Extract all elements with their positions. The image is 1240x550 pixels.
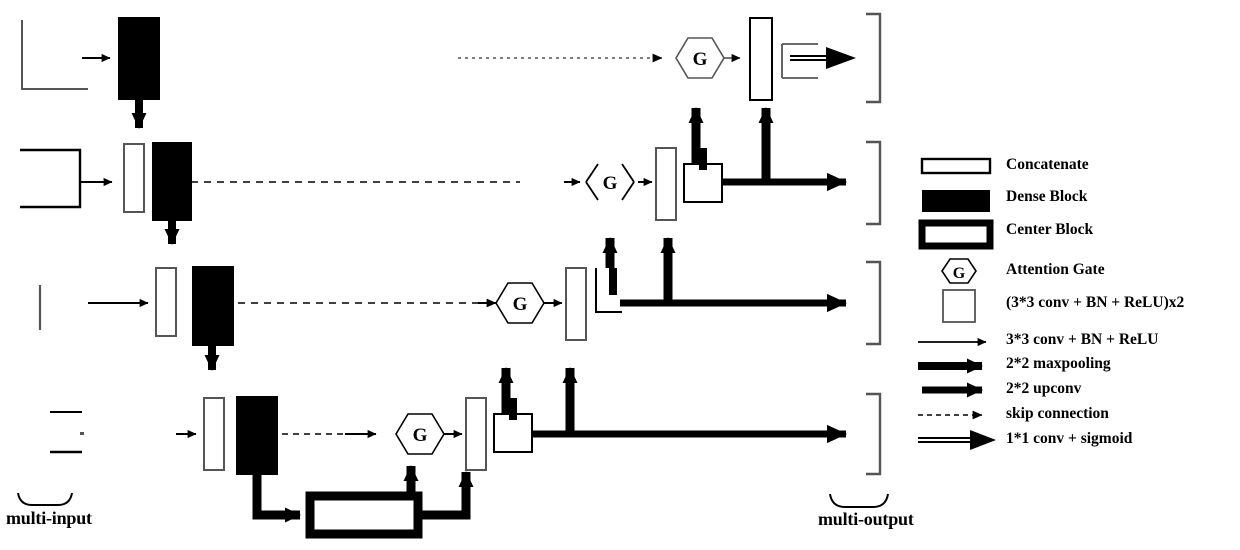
legend-label-attention-gate: Attention Gate	[1006, 261, 1105, 278]
output-bracket-2	[866, 140, 882, 226]
output-bracket-1	[866, 12, 882, 104]
svg-text:G: G	[513, 294, 528, 315]
multi-input-group	[17, 20, 88, 506]
concat-d1	[749, 17, 773, 101]
output-arrow-1	[790, 47, 856, 69]
legend-label-conv-bn-relu-x2: (3*3 conv + BN + ReLU)x2	[1006, 294, 1185, 311]
multi-input-label: multi-input	[6, 508, 92, 528]
center-block	[305, 491, 423, 539]
concat-e4	[203, 397, 225, 471]
concat-e2	[123, 143, 145, 213]
concat-d4	[465, 397, 487, 471]
output-bracket-3	[866, 260, 882, 346]
legend-icons: G	[918, 157, 996, 450]
conv-box-swatch	[942, 289, 976, 323]
svg-text:G: G	[603, 173, 618, 194]
legend-label-concatenate: Concatenate	[1006, 156, 1089, 173]
legend-label-upconv: 2*2 upconv	[1006, 380, 1082, 397]
concat-e3	[155, 267, 177, 337]
dense-block-e4	[236, 396, 278, 475]
dense-block-e1	[118, 17, 160, 100]
input-image-4	[50, 411, 84, 454]
dense-block-e2	[152, 142, 192, 221]
svg-text:G: G	[413, 425, 428, 446]
dense-block-e3	[192, 266, 234, 346]
encoder-level-2	[80, 142, 192, 245]
decoder-level-1: G	[458, 17, 856, 101]
legend-label-dense-block: Dense Block	[1006, 188, 1088, 205]
encoder-level-1	[82, 17, 520, 183]
svg-text:G: G	[693, 49, 708, 70]
legend-label-center-block: Center Block	[1006, 221, 1094, 238]
figure-canvas: G G G G G multi-input multi-output Conca…	[0, 0, 1240, 550]
legend-label-sigmoid: 1*1 conv + sigmoid	[1006, 430, 1133, 447]
input-image-2	[20, 148, 82, 209]
encoder-level-3	[88, 266, 490, 371]
multi-output-label: multi-output	[818, 509, 914, 529]
legend-label-conv-bn-relu: 3*3 conv + BN + ReLU	[1006, 331, 1159, 348]
input-image-1	[21, 20, 88, 90]
svg-text:G: G	[953, 265, 966, 282]
attention-gate-hexagon-icon: G	[941, 258, 977, 284]
decoder-level-4: G	[345, 367, 847, 471]
output-bracket-4	[866, 392, 882, 476]
legend-label-maxpooling: 2*2 maxpooling	[1006, 355, 1111, 372]
concat-d2	[655, 147, 677, 221]
double-line-arrow-icon	[918, 430, 996, 450]
legend-label-skip-connection: skip connection	[1006, 405, 1109, 422]
concatenate-swatch	[920, 157, 992, 175]
concat-d3	[565, 267, 587, 341]
decoder-level-2: G	[564, 107, 847, 221]
decoder-level-3: G	[478, 237, 847, 341]
dense-block-swatch	[922, 190, 990, 212]
center-block-swatch	[918, 219, 994, 250]
